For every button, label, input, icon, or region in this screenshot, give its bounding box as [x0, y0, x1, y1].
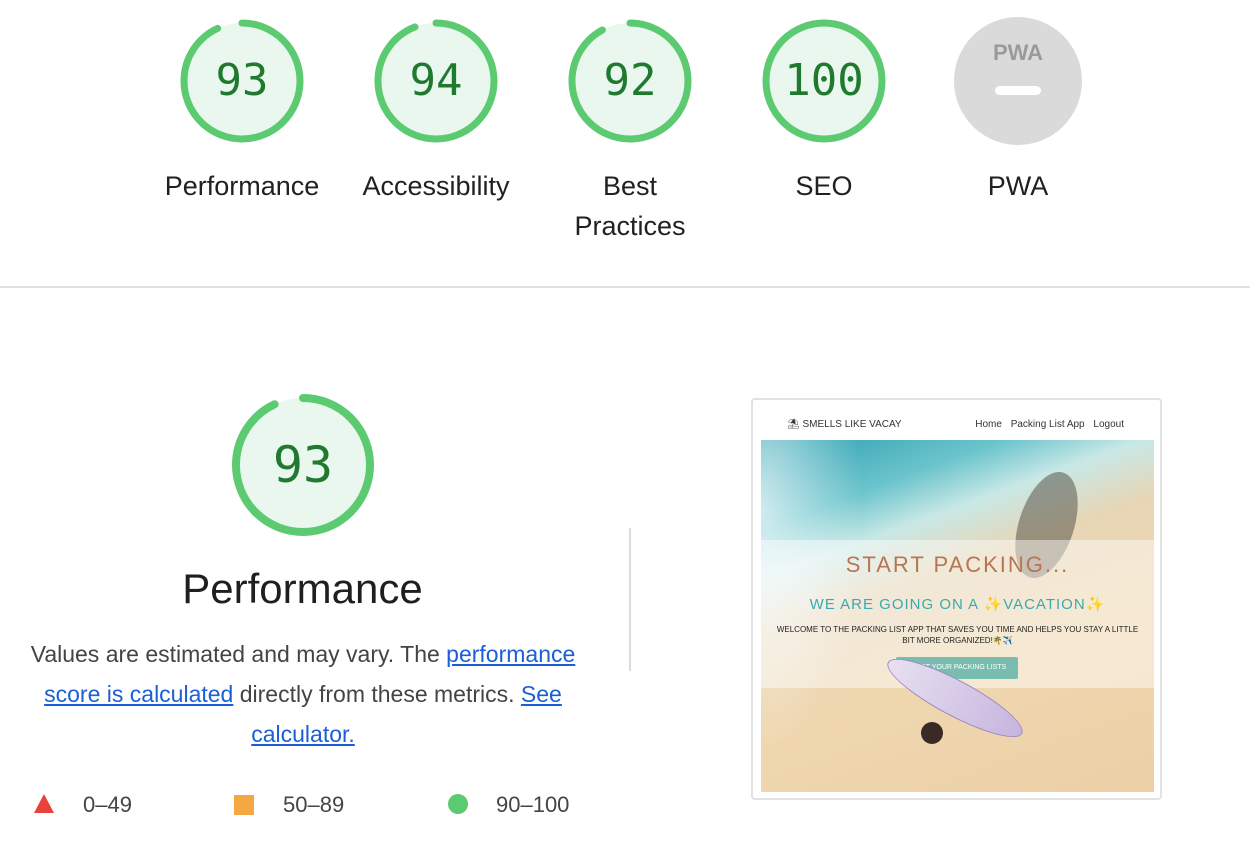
vertical-divider: [629, 528, 631, 671]
gauge-label: SEO: [795, 171, 853, 201]
pwa-gray-circle: PWA: [954, 17, 1082, 145]
thumb-hero-title: START PACKING...: [845, 552, 1070, 577]
thumb-nav-packing: Packing List App: [1010, 419, 1085, 430]
gauge-score: 94: [409, 55, 463, 106]
performance-score-gauge: 93: [228, 390, 378, 540]
category-performance[interactable]: 93 Performance: [157, 16, 327, 206]
average-square-icon: [234, 795, 254, 815]
gauge-score: 100: [784, 55, 864, 106]
thumb-nav-home: Home: [975, 419, 1002, 430]
pwa-badge-text: PWA: [993, 40, 1043, 65]
legend-pass-label: 90–100: [496, 792, 570, 817]
pwa-dash-icon: [995, 86, 1041, 95]
thumb-nav-logout: Logout: [1093, 419, 1124, 430]
gauge-ring: 94: [371, 16, 501, 146]
performance-score-value: 93: [272, 436, 334, 494]
gauge-label: Accessibility: [362, 171, 510, 201]
thumb-hero-image: START PACKING... WE ARE GOING ON A ✨VACA…: [761, 440, 1154, 792]
description-text-2: directly from these metrics.: [233, 681, 521, 707]
performance-title: Performance: [182, 565, 423, 612]
thumb-nav-links: Home Packing List App Logout: [969, 419, 1124, 430]
category-pwa[interactable]: PWA PWA: [933, 16, 1103, 206]
thumb-hero-subtitle: WE ARE GOING ON A ✨VACATION✨: [809, 596, 1106, 613]
category-seo[interactable]: 100 SEO: [739, 16, 909, 206]
description-text-1: Values are estimated and may vary. The: [30, 641, 447, 667]
gauge-score: 93: [215, 55, 269, 106]
gauge-ring: PWA: [953, 16, 1083, 146]
pass-circle-icon: [448, 794, 468, 814]
gauge-label: Best Practices: [574, 171, 686, 241]
thumb-hero-text: WELCOME TO THE PACKING LIST APP THAT SAV…: [776, 625, 1139, 645]
thumb-brand: ⛱ SMELLS LIKE VACAY: [787, 419, 902, 430]
gauge-ring: 93: [177, 16, 307, 146]
legend-average-label: 50–89: [283, 792, 345, 817]
legend-fail-label: 0–49: [83, 792, 132, 817]
performance-description: Values are estimated and may vary. The p…: [14, 634, 592, 754]
gauge-ring: 92: [565, 16, 695, 146]
category-accessibility[interactable]: 94 Accessibility: [351, 16, 521, 206]
section-divider: [0, 286, 1250, 288]
fail-triangle-icon: [34, 794, 54, 813]
gauge-ring: 100: [759, 16, 889, 146]
final-screenshot: ⛱ SMELLS LIKE VACAY Home Packing List Ap…: [751, 398, 1162, 800]
thumb-navbar: ⛱ SMELLS LIKE VACAY Home Packing List Ap…: [753, 400, 1160, 442]
gauge-label: Performance: [164, 171, 320, 201]
gauge-score: 92: [603, 55, 657, 106]
category-best-practices[interactable]: 92 Best Practices: [545, 16, 715, 246]
thumb-person: [921, 722, 943, 744]
gauge-label: PWA: [987, 171, 1049, 201]
